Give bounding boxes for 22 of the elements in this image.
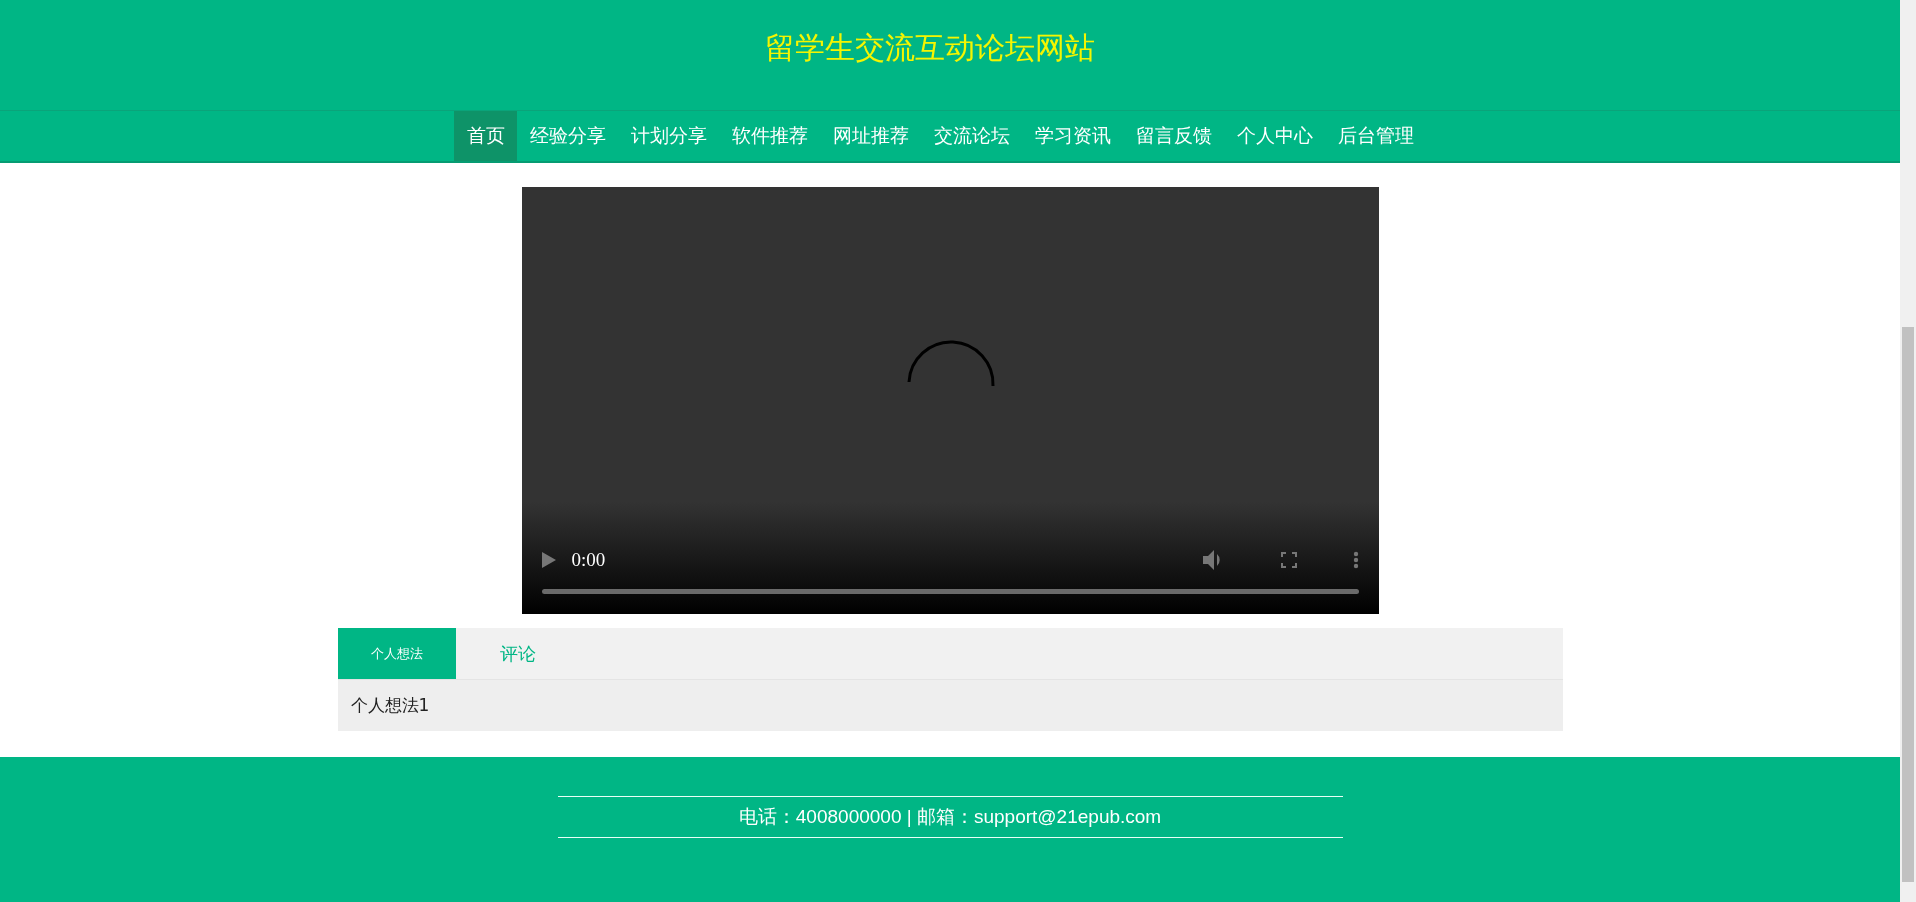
scrollbar[interactable]: [1900, 0, 1916, 902]
footer-contact: 电话：4008000000 | 邮箱：support@21epub.com: [557, 796, 1343, 838]
nav-link[interactable]: 后台管理: [1325, 111, 1426, 161]
nav-link[interactable]: 软件推荐: [719, 111, 820, 161]
play-icon[interactable]: [541, 552, 556, 568]
site-title: 留学生交流互动论坛网站: [765, 28, 1095, 67]
nav-link[interactable]: 经验分享: [517, 111, 618, 161]
video-time: 0:00: [571, 549, 607, 571]
tab[interactable]: 个人想法: [337, 628, 456, 679]
video-player[interactable]: 0:00: [521, 187, 1379, 614]
nav-link[interactable]: 留言反馈: [1123, 111, 1224, 161]
nav-link[interactable]: 学习资讯: [1022, 111, 1123, 161]
fullscreen-icon[interactable]: [1280, 552, 1297, 568]
tab[interactable]: 评论: [455, 628, 581, 679]
tab-content: 个人想法1: [337, 680, 1563, 731]
nav-link[interactable]: 计划分享: [618, 111, 719, 161]
nav-link[interactable]: 个人中心: [1224, 111, 1325, 161]
nav-link[interactable]: 交流论坛: [921, 111, 1022, 161]
nav-link[interactable]: 网址推荐: [820, 111, 921, 161]
nav-link[interactable]: 首页: [454, 111, 517, 161]
more-options-icon[interactable]: [1352, 551, 1359, 569]
scrollbar-thumb[interactable]: [1902, 327, 1914, 882]
